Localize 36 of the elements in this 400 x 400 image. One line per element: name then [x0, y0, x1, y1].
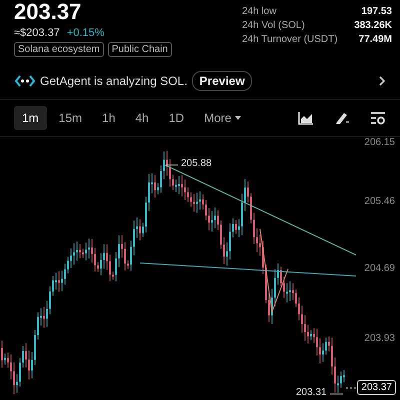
area-chart-icon[interactable] [298, 111, 314, 125]
fiat-price: ≈$203.37 [14, 27, 60, 39]
stat-label: 24h Turnover (USDT) [242, 34, 338, 45]
high-price-label: 205.88 [181, 158, 212, 169]
leader-line [166, 164, 178, 166]
trend-line[interactable] [260, 228, 288, 312]
more-dropdown[interactable]: More [196, 106, 250, 130]
stat-value: 383.26K [354, 20, 392, 31]
stat-value: 197.53 [361, 6, 392, 17]
stat-label: 24h low [242, 6, 276, 17]
chevron-right-icon[interactable] [378, 75, 386, 87]
trend-line[interactable] [140, 262, 356, 276]
caret-icon [234, 115, 242, 121]
price-axis-label: 206.15 [364, 137, 395, 148]
trend-line[interactable] [164, 164, 356, 256]
pencil-icon[interactable] [334, 111, 350, 125]
current-price-tag: 203.37 [357, 380, 396, 395]
price-axis-label: 205.46 [364, 196, 395, 207]
price-axis-label: 203.93 [364, 333, 395, 344]
agent-status-text: GetAgent is analyzing SOL. [40, 74, 188, 88]
price-axis-label: 204.69 [364, 263, 395, 274]
price-change: +0.15% [66, 27, 104, 39]
tag[interactable]: Solana ecosystem [14, 42, 104, 57]
interval-tab[interactable]: 1m [14, 106, 47, 130]
stat-label: 24h Vol (SOL) [242, 20, 305, 31]
interval-tab[interactable]: 1D [160, 106, 192, 130]
low-price-label: 203.31 [296, 387, 327, 398]
last-price: 203.37 [14, 0, 82, 24]
interval-tab[interactable]: 15m [50, 106, 90, 130]
stat-value: 77.49M [358, 34, 392, 45]
tag[interactable]: Public Chain [108, 42, 172, 57]
preview-button[interactable]: Preview [192, 71, 252, 91]
settings-icon[interactable] [370, 111, 386, 125]
interval-tab[interactable]: 1h [94, 106, 124, 130]
interval-tab[interactable]: 4h [127, 106, 157, 130]
agent-icon [15, 75, 35, 87]
